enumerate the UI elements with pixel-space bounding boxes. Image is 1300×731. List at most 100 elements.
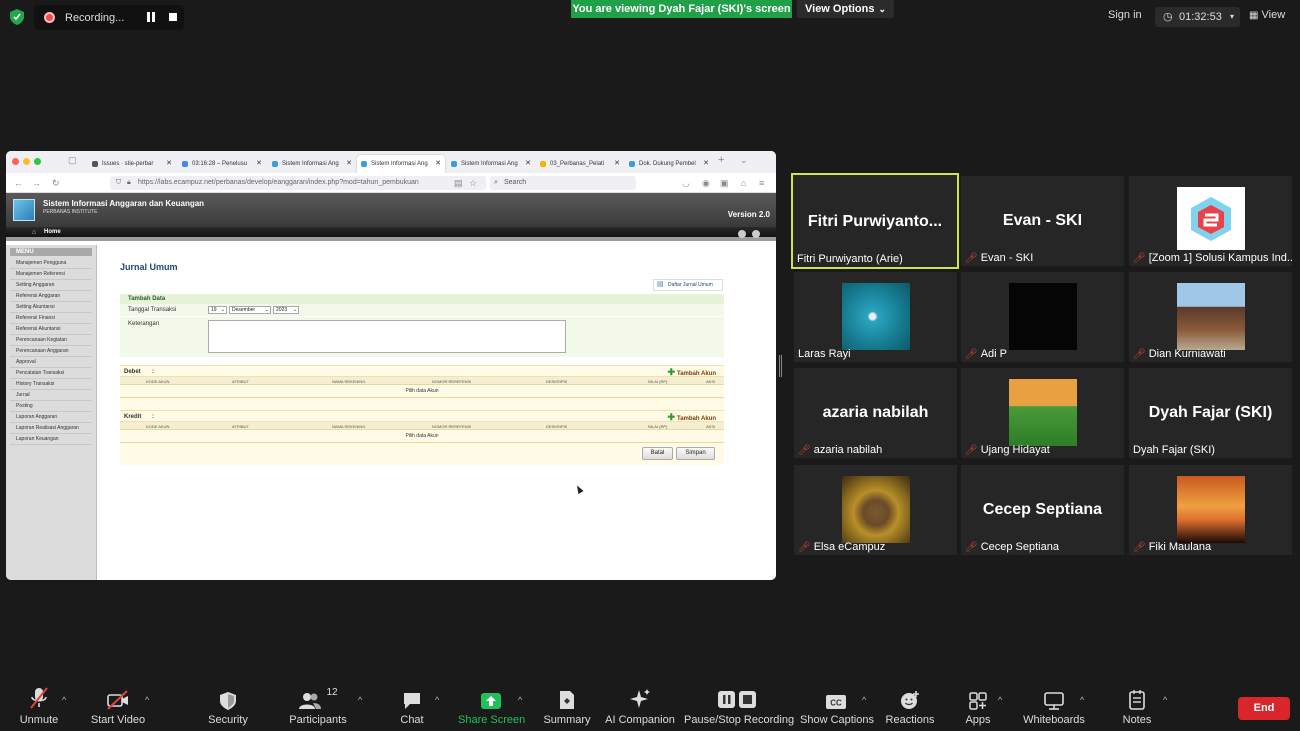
whiteboards-caret-icon[interactable]: ^: [1080, 695, 1084, 705]
browser-tab[interactable]: Sistem Informasi Ang ✕: [268, 155, 356, 173]
ai-companion-button[interactable]: AI Companion: [604, 680, 676, 731]
pause-stop-recording-button[interactable]: Pause/Stop Recording: [684, 680, 794, 731]
pause-recording-icon[interactable]: [146, 12, 156, 22]
close-tab-icon[interactable]: ✕: [256, 155, 262, 173]
show-captions-button[interactable]: CC Show Captions: [800, 680, 874, 731]
save-button[interactable]: Simpan: [676, 447, 715, 460]
new-tab-icon[interactable]: +: [718, 154, 724, 166]
captions-caret-icon[interactable]: ^: [862, 695, 866, 705]
apps-button[interactable]: Apps: [958, 680, 998, 731]
pocket-icon[interactable]: ◡: [682, 178, 690, 189]
day-select[interactable]: 19 ⌄: [208, 306, 227, 314]
participant-tile[interactable]: Laras Rayi: [794, 272, 957, 362]
sidebar-menu-item[interactable]: Pencatatan Transaksi: [10, 368, 92, 379]
browser-tab[interactable]: Sistem Informasi Ang ✕: [447, 155, 535, 173]
close-tab-icon[interactable]: ✕: [435, 155, 441, 173]
notes-caret-icon[interactable]: ^: [1163, 695, 1167, 705]
close-tab-icon[interactable]: ✕: [525, 155, 531, 173]
sidebar-menu-item[interactable]: History Transaksi: [10, 379, 92, 390]
participant-tile[interactable]: azaria nabilah 🎤︎ azaria nabilah: [794, 368, 957, 458]
view-button[interactable]: ▦ View: [1249, 9, 1285, 21]
participant-tile[interactable]: Cecep Septiana 🎤︎ Cecep Septiana: [961, 465, 1124, 555]
tab-overview-icon[interactable]: ▢: [68, 155, 77, 166]
sidebar-menu-item[interactable]: Referensi Finansi: [10, 313, 92, 324]
reader-view-icon[interactable]: ▤: [454, 178, 463, 189]
notes-textarea[interactable]: [208, 320, 566, 353]
browser-tab[interactable]: Issues · stie-perbar ✕: [88, 155, 176, 173]
sidebar-menu-item[interactable]: Manajemen Referensi: [10, 269, 92, 280]
stop-recording-icon[interactable]: [169, 13, 177, 21]
sidebar-menu-item[interactable]: Posting: [10, 401, 92, 412]
bookmark-star-icon[interactable]: ☆: [469, 178, 477, 189]
maximize-window-icon[interactable]: [34, 158, 41, 165]
browser-tab-active[interactable]: Sistem Informasi Ang ✕: [357, 155, 445, 173]
view-options-button[interactable]: View Options ⌄: [797, 0, 894, 18]
month-select[interactable]: Desember ⌄: [229, 306, 271, 314]
sidebar-menu-item[interactable]: Laporan Keuangan: [10, 434, 92, 445]
meeting-timer[interactable]: ◷ 01:32:53 ▾: [1155, 7, 1240, 27]
participant-tile[interactable]: 🎤︎ Fiki Maulana: [1129, 465, 1292, 555]
menu-hamburger-icon[interactable]: ≡: [759, 178, 764, 188]
split-divider-handle[interactable]: [779, 355, 782, 377]
participants-button[interactable]: 12 Participants: [288, 680, 348, 731]
whiteboards-button[interactable]: Whiteboards: [1020, 680, 1088, 731]
chat-caret-icon[interactable]: ^: [435, 695, 439, 705]
start-video-button[interactable]: Start Video: [88, 680, 148, 731]
reactions-button[interactable]: Reactions: [882, 680, 938, 731]
tab-list-chevron-icon[interactable]: ⌄: [740, 155, 748, 166]
close-window-icon[interactable]: [12, 158, 19, 165]
extensions-puzzle-icon[interactable]: ⌂: [741, 178, 746, 188]
address-bar[interactable]: ⛉ 🔒︎ https://labs.ecampuz.net/perbanas/d…: [110, 176, 486, 190]
close-tab-icon[interactable]: ✕: [166, 155, 172, 173]
extension-icon[interactable]: ▣: [720, 178, 729, 189]
close-tab-icon[interactable]: ✕: [614, 155, 620, 173]
apps-caret-icon[interactable]: ^: [998, 695, 1002, 705]
sidebar-menu-item[interactable]: Laporan Realisasi Anggaran: [10, 423, 92, 434]
sidebar-menu-item[interactable]: Setting Akuntansi: [10, 302, 92, 313]
power-icon[interactable]: [752, 230, 760, 238]
sidebar-menu-item[interactable]: Laporan Anggaran: [10, 412, 92, 423]
year-select[interactable]: 2023 ⌄: [273, 306, 299, 314]
sidebar-menu-item[interactable]: Referensi Anggaran: [10, 291, 92, 302]
sidebar-menu-item[interactable]: Perencanaan Kegiatan: [10, 335, 92, 346]
participant-tile[interactable]: 🎤︎ Adi P: [961, 272, 1124, 362]
browser-tab[interactable]: 03_Perbanas_Pelati ✕: [536, 155, 624, 173]
close-tab-icon[interactable]: ✕: [346, 155, 352, 173]
share-caret-icon[interactable]: ^: [518, 695, 522, 705]
participant-tile[interactable]: Dyah Fajar (SKI) Dyah Fajar (SKI): [1129, 368, 1292, 458]
participant-tile[interactable]: 🎤︎ Elsa eCampuz: [794, 465, 957, 555]
participant-tile[interactable]: 🎤︎ [Zoom 1] Solusi Kampus Ind...: [1129, 176, 1292, 266]
sidebar-menu-item[interactable]: Manajemen Pengguna: [10, 258, 92, 269]
close-tab-icon[interactable]: ✕: [703, 155, 709, 173]
chat-button[interactable]: Chat: [392, 680, 432, 731]
account-icon[interactable]: ◉: [702, 178, 710, 189]
search-field[interactable]: ⌕ Search: [490, 176, 636, 190]
sidebar-menu-item[interactable]: Jurnal: [10, 390, 92, 401]
security-button[interactable]: Security: [204, 680, 252, 731]
video-options-caret-icon[interactable]: ^: [145, 695, 149, 705]
sidebar-menu-item[interactable]: Approval: [10, 357, 92, 368]
browser-tab[interactable]: 03:16:28 – Penelusu ✕: [178, 155, 266, 173]
audio-options-caret-icon[interactable]: ^: [62, 695, 66, 705]
user-icon[interactable]: [738, 230, 746, 238]
notes-button[interactable]: Notes: [1118, 680, 1156, 731]
participant-tile-active[interactable]: Fitri Purwiyanto... Fitri Purwiyanto (Ar…: [791, 173, 959, 269]
home-link[interactable]: Home: [44, 229, 61, 235]
forward-arrow-icon[interactable]: →: [32, 178, 41, 188]
participants-caret-icon[interactable]: ^: [358, 695, 362, 705]
participant-tile[interactable]: 🎤︎ Ujang Hidayat: [961, 368, 1124, 458]
reload-icon[interactable]: ↻: [52, 178, 60, 189]
participant-tile[interactable]: Evan - SKI 🎤︎ Evan - SKI: [961, 176, 1124, 266]
minimize-window-icon[interactable]: [23, 158, 30, 165]
summary-button[interactable]: Summary: [540, 680, 594, 731]
back-arrow-icon[interactable]: ←: [14, 178, 23, 188]
sidebar-menu-item[interactable]: Referensi Akuntansi: [10, 324, 92, 335]
daftar-jurnal-umum-link[interactable]: ▤ Daftar Jurnal Umum: [653, 279, 723, 291]
cancel-button[interactable]: Batal: [642, 447, 673, 460]
sidebar-menu-item[interactable]: Setting Anggaran: [10, 280, 92, 291]
share-screen-button[interactable]: Share Screen: [458, 680, 525, 731]
sidebar-menu-item[interactable]: Perencanaan Anggaran: [10, 346, 92, 357]
unmute-button[interactable]: Unmute: [12, 680, 66, 731]
end-meeting-button[interactable]: End: [1238, 697, 1290, 720]
browser-tab[interactable]: Dok. Dukung Pembel ✕: [625, 155, 713, 173]
